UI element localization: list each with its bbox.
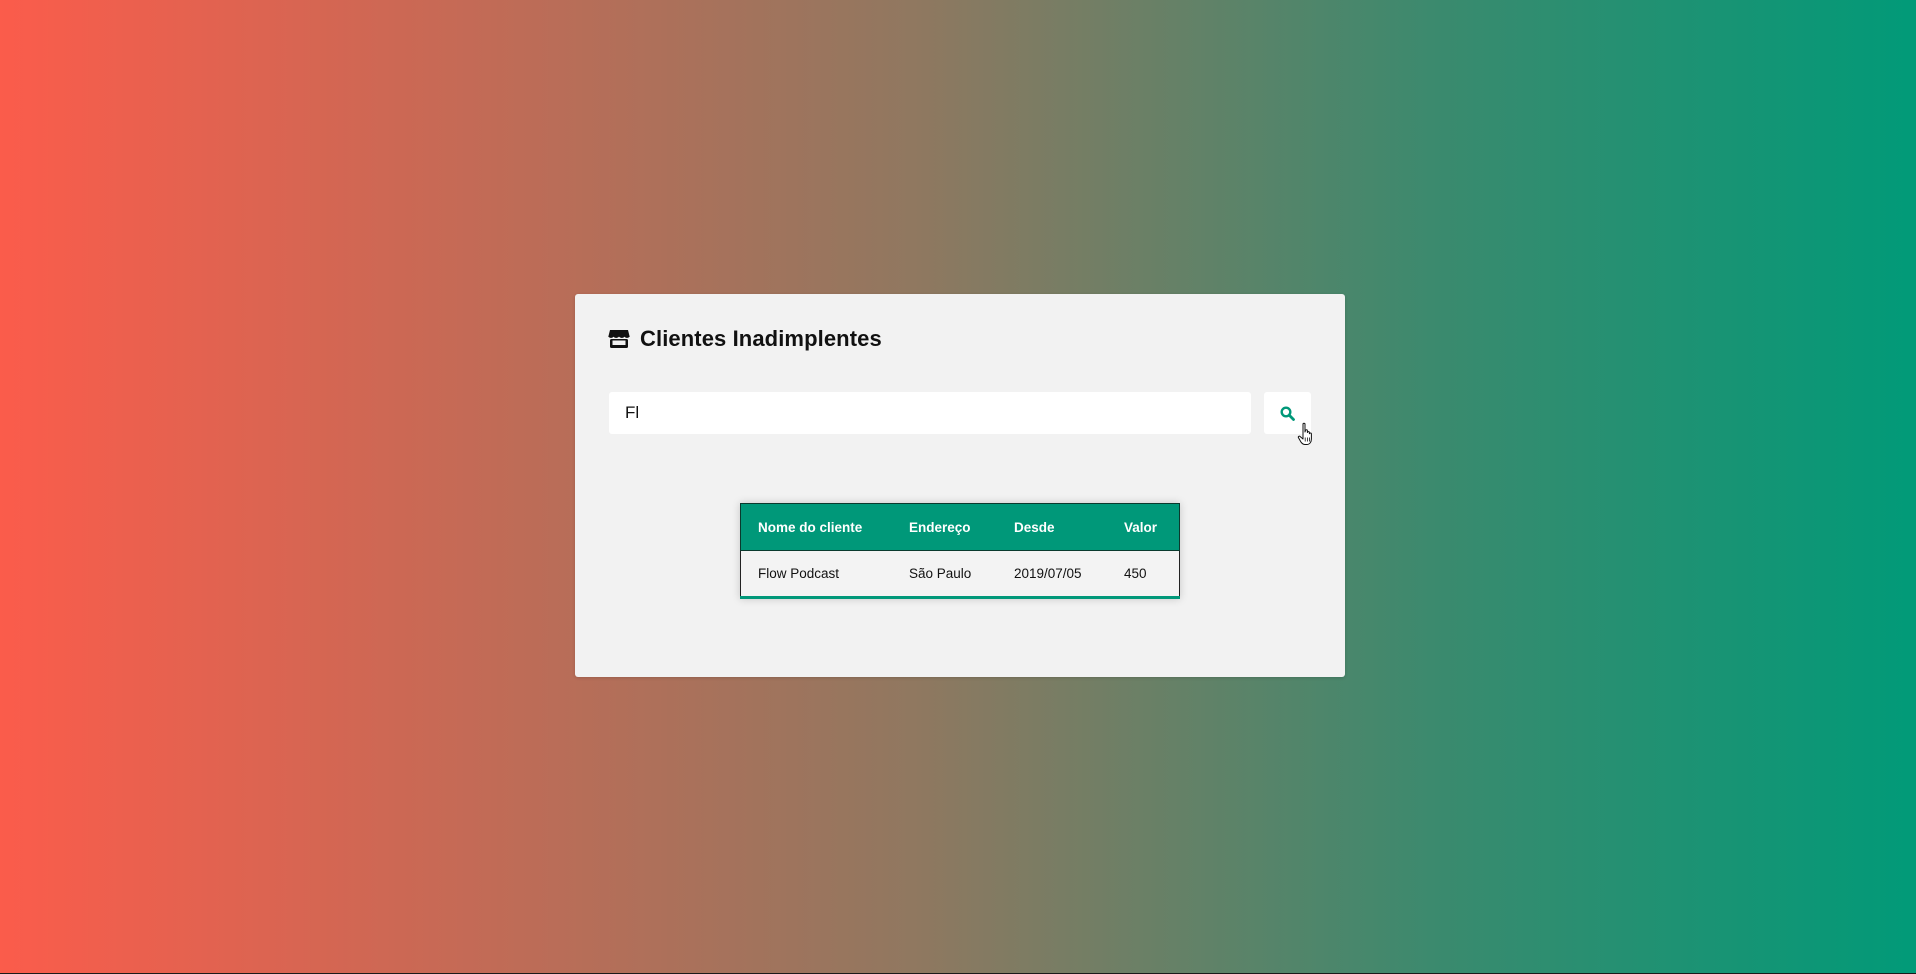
column-header-value: Valor <box>1107 503 1180 551</box>
title-row: Clientes Inadimplentes <box>608 326 882 351</box>
column-header-name: Nome do cliente <box>740 503 892 551</box>
column-header-address: Endereço <box>892 503 997 551</box>
clients-card: Clientes Inadimplentes Nome do cliente E… <box>575 294 1345 677</box>
hand-pointer-icon <box>1297 422 1315 446</box>
cell-value: 450 <box>1107 550 1180 598</box>
cell-client-name: Flow Podcast <box>740 550 892 598</box>
store-icon <box>608 329 630 349</box>
column-header-since: Desde <box>997 503 1107 551</box>
search-icon <box>1280 405 1295 421</box>
search-input[interactable] <box>609 392 1251 434</box>
clients-table: Nome do cliente Endereço Desde Valor Flo… <box>740 503 1180 599</box>
table-header-row: Nome do cliente Endereço Desde Valor <box>740 503 1180 551</box>
cell-since: 2019/07/05 <box>997 550 1107 598</box>
table-row: Flow Podcast São Paulo 2019/07/05 450 <box>740 550 1180 598</box>
cell-address: São Paulo <box>892 550 997 598</box>
page-title: Clientes Inadimplentes <box>640 326 882 351</box>
